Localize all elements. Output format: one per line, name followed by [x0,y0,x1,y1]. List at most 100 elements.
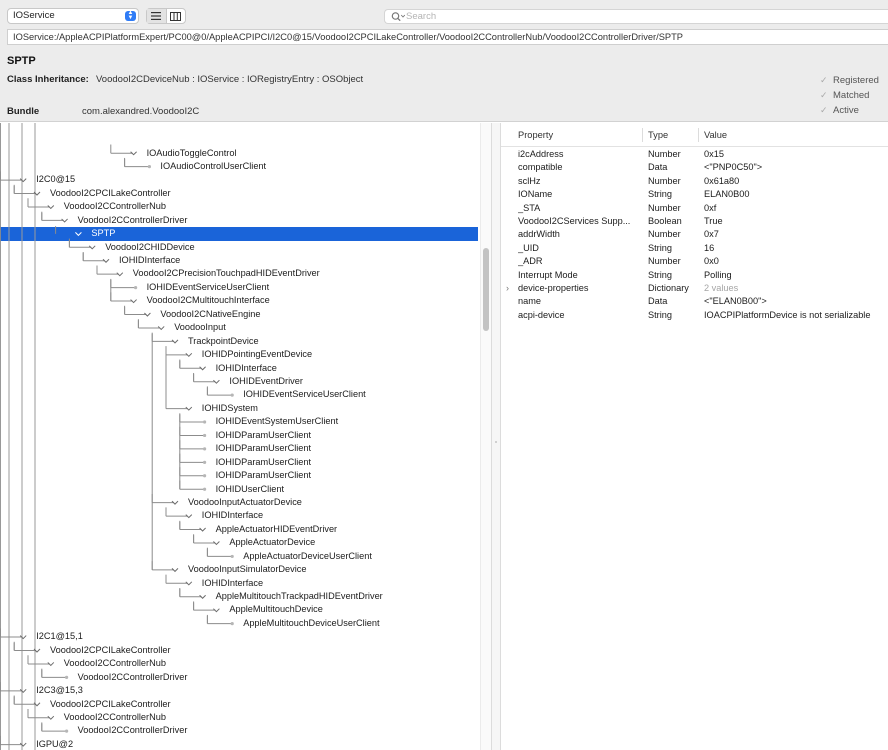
registry-path-field[interactable]: IOService:/AppleACPIPlatformExpert/PC00@… [7,29,888,45]
class-inheritance-label: Class Inheritance: [7,74,89,85]
columns-icon [170,11,182,21]
chevron-down-icon[interactable] [116,272,124,277]
property-row[interactable]: Interrupt Mode String Polling [501,269,888,282]
plane-select[interactable]: IOService ▲ ▼ [7,8,139,24]
path-bar: IOService:/AppleACPIPlatformExpert/PC00@… [0,28,888,48]
property-name: _ADR [518,256,543,267]
chevron-down-icon[interactable] [171,500,179,505]
property-row[interactable]: i2cAddress Number 0x15 [501,148,888,161]
entry-info-panel: SPTP Class Inheritance: VoodooI2CDeviceN… [0,48,888,122]
property-row[interactable]: acpi-device String IOACPIPlatformDevice is… [501,309,888,322]
chevron-down-icon[interactable] [171,568,179,573]
property-row[interactable]: addrWidth Number 0x7 [501,228,888,241]
property-name: _UID [518,242,539,253]
property-value: True [704,216,723,226]
property-row[interactable]: IOName String ELAN0B00 [501,188,888,201]
leaf-dot-icon [203,460,207,464]
property-name: VoodooI2CServices Supp... [518,216,631,226]
chevron-down-icon[interactable] [185,514,193,519]
property-type: Number [648,202,681,213]
view-mode-toggle[interactable] [146,8,186,24]
chevron-updown-icon: ▲ ▼ [125,10,136,21]
property-type: Number [648,175,681,186]
chevron-down-icon[interactable] [157,326,165,331]
leaf-dot-icon [203,420,207,424]
search-field[interactable] [384,9,888,24]
list-view-button[interactable] [147,9,166,23]
properties-header: Property Type Value [501,123,888,147]
property-value: 0x7 [704,229,719,240]
property-type: String [648,309,673,320]
leaf-dot-icon [230,554,234,559]
leaf-dot-icon [203,487,207,491]
leaf-dot-icon [230,622,234,626]
property-name: i2cAddress [518,149,564,159]
chevron-down-icon[interactable] [199,527,206,532]
tree-connector-lines [0,123,234,750]
leaf-dot-icon [147,165,151,169]
chevron-down-icon[interactable] [199,594,206,599]
chevron-down-icon[interactable] [19,178,27,183]
leaf-dot-icon [203,433,207,438]
property-row[interactable]: sclHz Number 0x61a80 [501,175,888,188]
chevron-down-icon[interactable] [102,258,110,263]
property-row[interactable]: _STA Number 0xf [501,202,888,215]
column-header-property[interactable]: Property [518,130,553,140]
chevron-down-icon[interactable] [88,245,96,250]
property-row[interactable]: compatible Data <"PNP0C50"> [501,161,888,174]
chevron-down-icon[interactable] [130,151,137,156]
property-type: String [648,242,673,253]
leaf-dot-icon [203,474,207,478]
tree-scrollbar[interactable] [480,123,491,750]
chevron-down-icon[interactable] [47,662,55,667]
checkmark-icon: ✓ [820,105,828,115]
chevron-down-icon[interactable] [213,608,220,613]
chevron-down-icon[interactable] [19,742,27,747]
chevron-down-icon[interactable] [185,406,193,411]
property-value: 16 [704,242,715,253]
property-row[interactable]: _ADR Number 0x0 [501,255,888,268]
property-value: 2 values [704,283,739,293]
checkmark-icon: ✓ [820,90,828,100]
property-name: acpi-device [518,309,565,320]
registry-tree[interactable]: IOAudioToggleControl IOAudioControlUserCl… [0,123,491,750]
property-value: Polling [704,269,732,280]
chevron-down-icon[interactable] [47,715,55,720]
leaf-dot-icon [65,675,69,679]
chevron-down-icon[interactable] [47,205,55,210]
chevron-down-icon[interactable] [213,541,220,546]
column-header-type[interactable]: Type [648,130,668,140]
chevron-down-icon[interactable] [144,312,151,317]
chevron-down-icon[interactable] [61,218,68,223]
chevron-down-icon[interactable] [130,299,137,304]
property-name: addrWidth [518,229,560,240]
property-row[interactable]: name Data <"ELAN0B00"> [501,295,888,308]
chevron-down-icon[interactable] [185,352,193,358]
property-row[interactable]: › device-properties Dictionary 2 values [501,282,888,295]
property-value: <"PNP0C50"> [704,162,763,173]
tree-scrollbar-thumb[interactable] [483,248,489,331]
column-separator[interactable] [642,128,643,142]
chevron-down-icon[interactable] [19,688,27,694]
property-value: ELAN0B00 [704,189,750,200]
chevron-down-icon[interactable] [19,635,27,640]
property-row[interactable]: _UID String 16 [501,242,888,255]
chevron-down-icon[interactable] [185,581,193,586]
property-row[interactable]: VoodooI2CServices Supp... Boolean True [501,215,888,228]
column-header-value[interactable]: Value [704,130,727,140]
pane-splitter[interactable] [491,123,501,750]
chevron-down-icon[interactable] [171,339,179,344]
column-separator[interactable] [698,128,699,142]
chevron-down-icon[interactable] [199,366,206,371]
bundle-label: Bundle [7,106,40,117]
property-type: Data [648,296,668,307]
chevron-down-icon[interactable] [75,232,82,237]
column-view-button[interactable] [165,9,186,23]
chevron-down-icon[interactable] [213,379,220,384]
splitter-grip-icon [495,441,497,443]
checkmark-icon: ✓ [820,75,828,85]
property-type: Dictionary [648,283,689,293]
search-input[interactable] [406,10,876,23]
leaf-dot-icon [134,286,138,290]
disclosure-chevron-icon[interactable]: › [506,282,514,295]
